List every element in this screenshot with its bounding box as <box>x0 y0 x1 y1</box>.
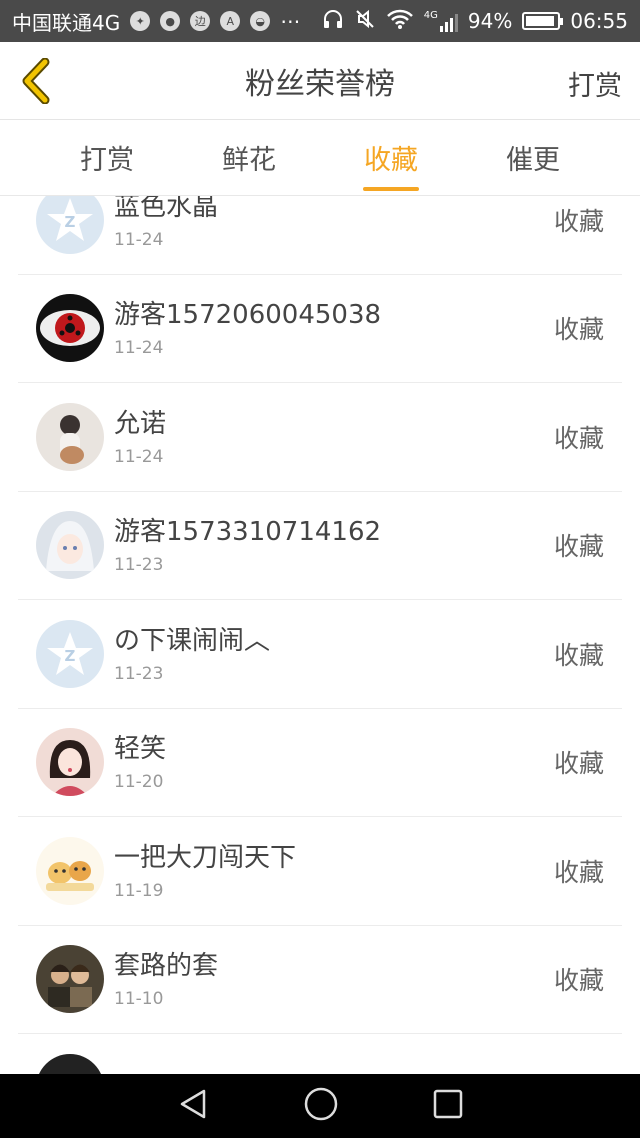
fan-date: 11-24 <box>114 338 164 359</box>
chevron-left-icon <box>22 58 50 104</box>
chat-notification-icon: ● <box>160 11 181 31</box>
fan-action-label: 收藏 <box>553 315 604 345</box>
tab-favorites[interactable]: 收藏 <box>320 120 462 195</box>
fan-date: 11-19 <box>114 880 164 901</box>
list-item[interactable]: 轻笑 11-20 收藏 <box>18 709 622 817</box>
tab-reward[interactable]: 打赏 <box>36 120 178 195</box>
fan-action-label: 收藏 <box>553 206 604 236</box>
cartoon-animals-avatar <box>36 836 104 905</box>
couple-photo-avatar <box>36 945 104 1014</box>
tab-bar: 打赏 鲜花 收藏 催更 <box>0 120 640 196</box>
triangle-back-icon <box>181 1089 206 1119</box>
fan-action-label: 收藏 <box>553 966 604 996</box>
nav-back-button[interactable] <box>176 1087 210 1125</box>
app-notification-icon: ✦ <box>130 11 151 31</box>
list-item[interactable]: 一把大刀闯天下 11-19 收藏 <box>18 817 622 926</box>
headphone-icon <box>322 8 344 35</box>
tab-label: 催更 <box>506 145 560 176</box>
list-item[interactable]: Z 蓝色水晶 11-24 收藏 <box>18 196 622 275</box>
battery-icon <box>522 12 564 30</box>
wifi-icon <box>386 8 414 35</box>
list-item[interactable]: Z の下课闹闹︿ 11-23 收藏 <box>18 600 622 709</box>
fan-date: 11-24 <box>114 446 164 467</box>
more-notifications-icon: ⋯ <box>280 9 301 33</box>
tab-label: 收藏 <box>364 145 418 176</box>
anime-avatar <box>36 511 104 580</box>
list-item[interactable]: 游客1573310714162 11-23 收藏 <box>18 492 622 600</box>
default-star-avatar: Z <box>36 196 104 254</box>
svg-text:Z: Z <box>65 213 76 231</box>
app-header: 粉丝荣誉榜 打赏 <box>0 42 640 120</box>
list-item[interactable] <box>18 1034 622 1074</box>
fan-action-label: 收藏 <box>553 423 604 453</box>
default-star-avatar: Z <box>36 619 104 688</box>
illustrated-girl-avatar <box>36 728 104 797</box>
list-item[interactable]: 套路的套 11-10 收藏 <box>18 926 622 1034</box>
battery-percent: 94% <box>467 9 513 33</box>
page-title: 粉丝荣誉榜 <box>245 66 395 102</box>
app-notification-icon: A <box>220 11 241 31</box>
fan-action-label: 收藏 <box>553 532 604 562</box>
fan-name: 蓝色水晶 <box>114 196 219 222</box>
signal-icon: 4G <box>424 10 458 32</box>
circle-home-icon <box>304 1087 338 1121</box>
fan-date: 11-23 <box>114 555 164 576</box>
fan-name: 轻笑 <box>114 734 167 765</box>
fan-name: 套路的套 <box>114 951 219 982</box>
reward-button[interactable]: 打赏 <box>568 64 622 103</box>
fan-action-label: 收藏 <box>553 749 604 779</box>
tab-label: 打赏 <box>80 145 134 176</box>
nav-recents-button[interactable] <box>432 1088 464 1124</box>
clock: 06:55 <box>570 9 628 33</box>
fan-date: 11-10 <box>114 989 164 1010</box>
fan-date: 11-23 <box>114 663 164 684</box>
fan-action-label: 收藏 <box>553 640 604 670</box>
girl-photo-avatar <box>36 402 104 471</box>
tab-urge-update[interactable]: 催更 <box>462 120 604 195</box>
red-eye-avatar <box>36 294 104 363</box>
app-notification-icon: ◒ <box>250 11 271 31</box>
fan-name: 允诺 <box>114 408 167 439</box>
back-button[interactable] <box>12 56 60 106</box>
nav-home-button[interactable] <box>303 1086 339 1126</box>
list-item[interactable]: 允诺 11-24 收藏 <box>18 383 622 492</box>
carrier-label: 中国联通4G <box>12 10 121 35</box>
network-type-label: 4G <box>423 10 438 21</box>
status-bar: 中国联通4G ✦ ● 边 A ◒ ⋯ 4G 94% 06:55 <box>0 0 640 42</box>
active-tab-indicator <box>363 187 419 191</box>
fan-date: 11-24 <box>114 229 164 250</box>
square-recents-icon <box>433 1089 462 1119</box>
avatar <box>36 1054 104 1074</box>
fan-name: 一把大刀闯天下 <box>114 842 297 873</box>
fan-list[interactable]: Z 蓝色水晶 11-24 收藏 游客1572060045038 11-24 收藏 <box>18 196 622 1074</box>
fan-name: 游客1573310714162 <box>114 517 382 548</box>
fan-name: の下课闹闹︿ <box>114 625 271 656</box>
fan-date: 11-20 <box>114 772 164 793</box>
system-navigation-bar <box>0 1074 640 1138</box>
fan-name: 游客1572060045038 <box>114 300 382 331</box>
mute-icon <box>354 8 376 35</box>
svg-text:Z: Z <box>65 647 76 665</box>
fan-action-label: 收藏 <box>553 857 604 887</box>
tab-label: 鲜花 <box>222 145 276 176</box>
app-notification-icon: 边 <box>190 11 211 31</box>
tab-flowers[interactable]: 鲜花 <box>178 120 320 195</box>
list-item[interactable]: 游客1572060045038 11-24 收藏 <box>18 275 622 383</box>
